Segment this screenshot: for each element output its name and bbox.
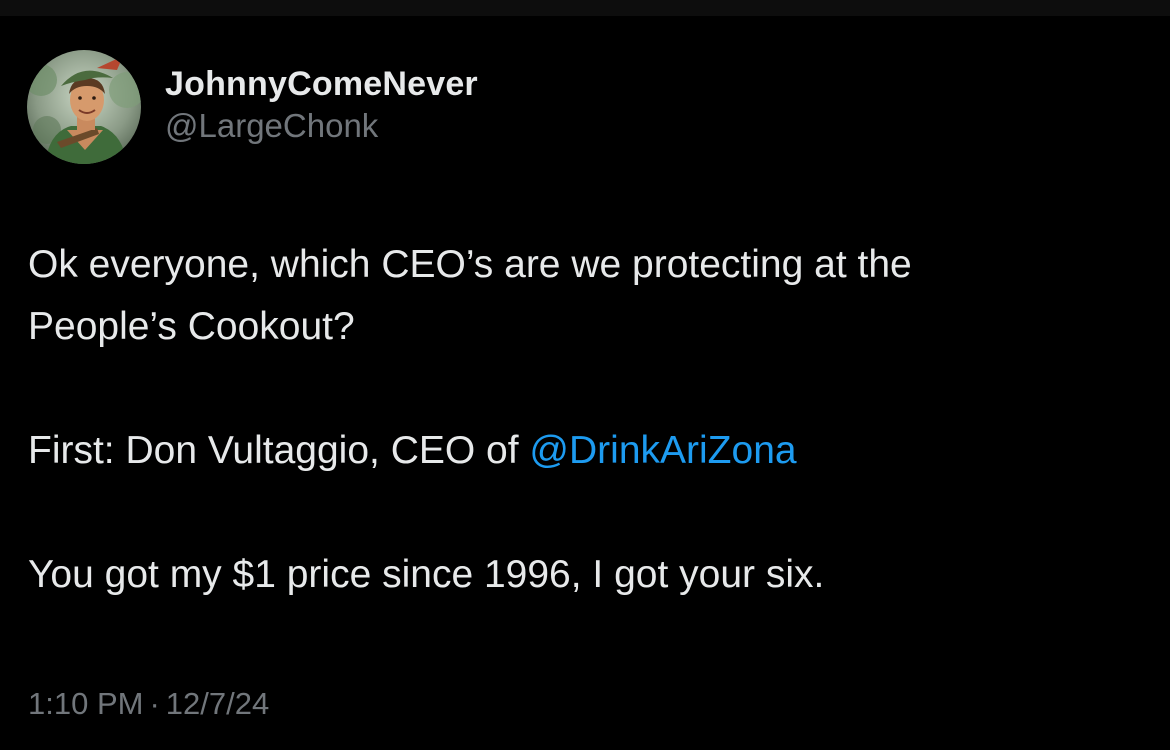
tweet-time: 1:10 PM [28, 686, 144, 721]
mention-link[interactable]: @DrinkAriZona [529, 429, 796, 472]
display-name[interactable]: JohnnyComeNever [165, 64, 478, 104]
avatar[interactable] [27, 50, 141, 164]
tweet-line: First: Don Vultaggio, CEO of @DrinkAriZo… [28, 420, 1138, 482]
tweet-line: Ok everyone, which CEO’s are we protecti… [28, 243, 912, 286]
avatar-image [27, 50, 141, 164]
tweet-line-text: First: Don Vultaggio, CEO of [28, 429, 530, 472]
tweet-line: People’s Cookout? [28, 305, 355, 348]
tweet-card: JohnnyComeNever @LargeChonk Ok everyone,… [0, 16, 1170, 750]
tweet-body: Ok everyone, which CEO’s are we protecti… [28, 234, 1138, 606]
timestamp[interactable]: 1:10 PM · 12/7/24 [28, 684, 269, 724]
tweet-line: You got my $1 price since 1996, I got yo… [28, 553, 825, 596]
author-block: JohnnyComeNever @LargeChonk [165, 64, 478, 146]
top-edge-strip [0, 0, 1170, 16]
tweet-date: 12/7/24 [165, 686, 270, 721]
meta-separator: · [149, 686, 160, 721]
user-handle[interactable]: @LargeChonk [165, 106, 478, 146]
